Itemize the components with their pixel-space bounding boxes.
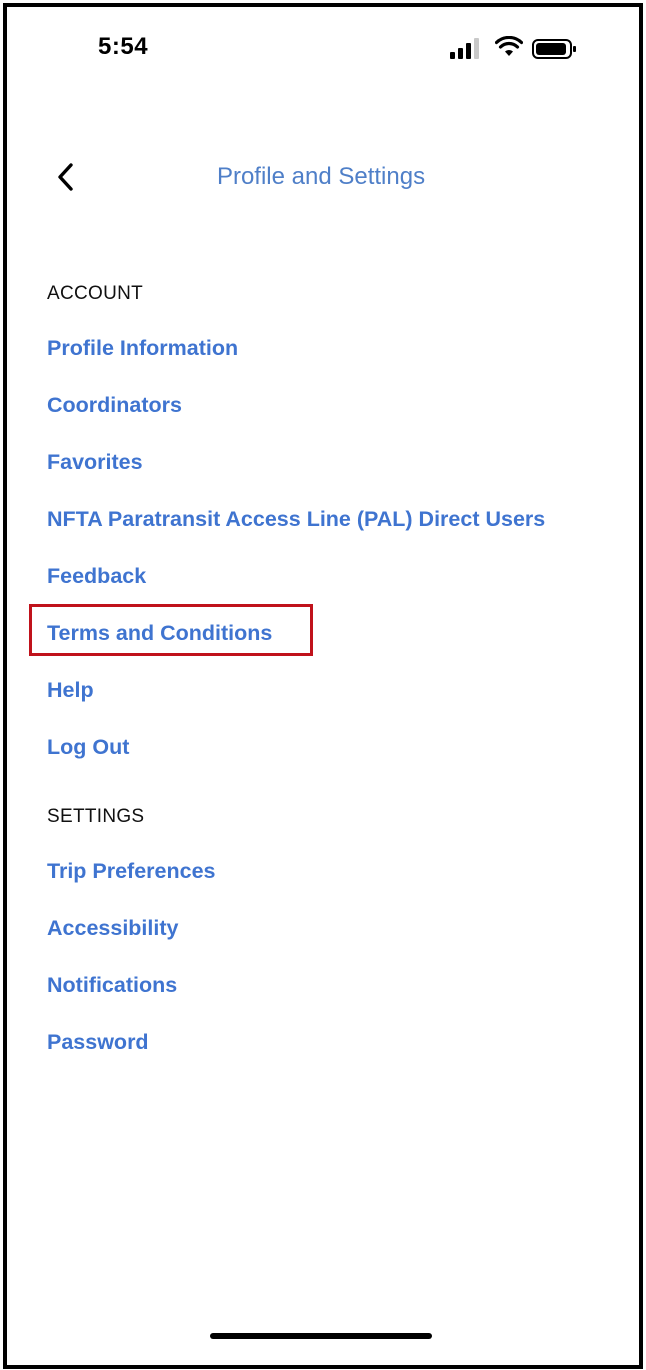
- status-time: 5:54: [98, 33, 149, 60]
- highlight-box: [29, 604, 313, 656]
- signal-bars-icon: [450, 38, 479, 59]
- menu-item-password[interactable]: Password: [47, 1030, 149, 1055]
- menu-item-accessibility[interactable]: Accessibility: [47, 916, 178, 941]
- menu-item-help[interactable]: Help: [47, 678, 94, 703]
- menu-item-trip-preferences[interactable]: Trip Preferences: [47, 859, 216, 884]
- menu-item-favorites[interactable]: Favorites: [47, 450, 143, 475]
- wifi-icon: [495, 36, 523, 56]
- menu-item-notifications[interactable]: Notifications: [47, 973, 177, 998]
- menu-item-log-out[interactable]: Log Out: [47, 735, 129, 760]
- section-header-account: ACCOUNT: [47, 283, 144, 304]
- page-title-text: Profile and Settings: [216, 163, 426, 190]
- menu-item-coordinators[interactable]: Coordinators: [47, 393, 182, 418]
- home-indicator[interactable]: [210, 1333, 432, 1339]
- menu-item-feedback[interactable]: Feedback: [47, 564, 146, 589]
- menu-item-profile-information[interactable]: Profile Information: [47, 336, 238, 361]
- battery-icon: [532, 39, 576, 59]
- menu-item-pal-direct-users[interactable]: NFTA Paratransit Access Line (PAL) Direc…: [47, 507, 545, 532]
- phone-frame: [3, 3, 643, 1369]
- status-icons: [448, 36, 583, 62]
- page-title: Profile and Settings: [0, 163, 646, 191]
- section-header-settings: SETTINGS: [47, 806, 145, 827]
